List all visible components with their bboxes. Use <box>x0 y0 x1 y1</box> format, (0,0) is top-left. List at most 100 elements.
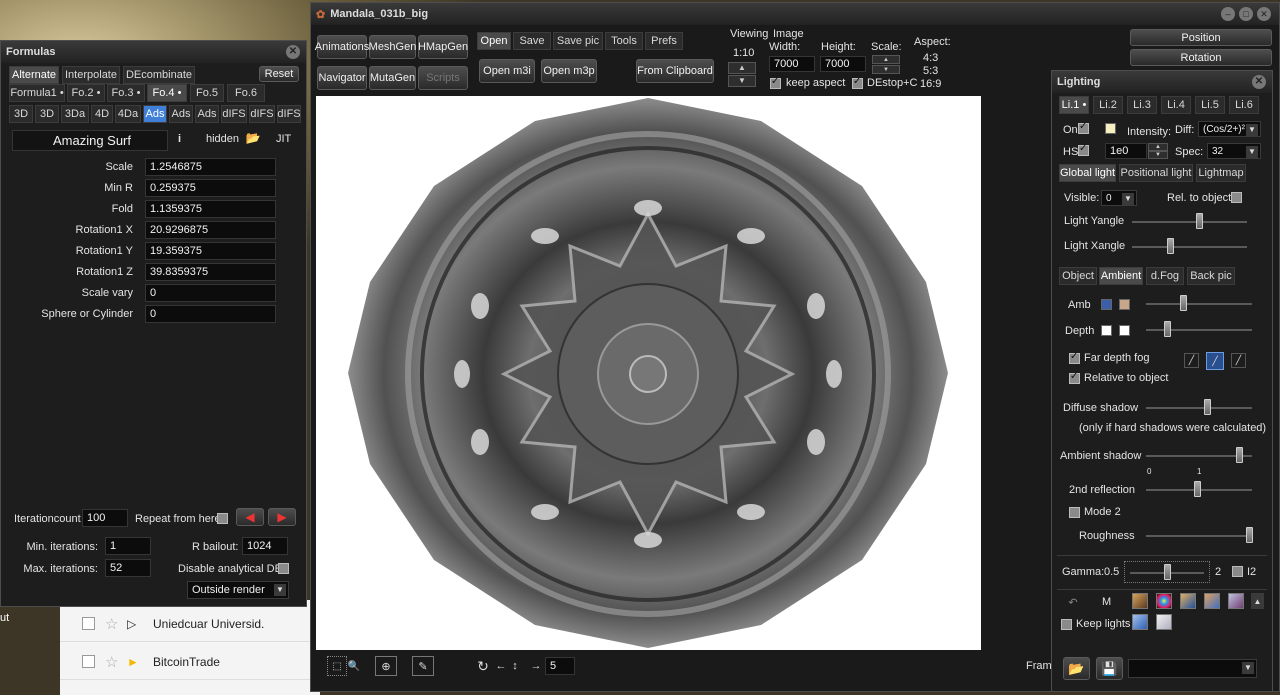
formula-type-3d[interactable]: 3D <box>9 105 33 123</box>
tab-fo5[interactable]: Fo.5 <box>190 84 224 102</box>
aspect-4-3[interactable]: 4:3 <box>923 52 938 64</box>
close-icon[interactable]: ✕ <box>1257 7 1271 21</box>
crosshair-icon[interactable]: ⊕ <box>375 656 397 676</box>
fog-mode-icon-selected[interactable]: ╱ <box>1206 352 1224 370</box>
arrow-left-icon[interactable]: ◀ <box>236 508 264 526</box>
light-yangle-slider[interactable] <box>1132 213 1247 229</box>
tab-li5[interactable]: Li.5 <box>1195 96 1225 114</box>
light-preset-thumb[interactable] <box>1228 593 1244 609</box>
scale-down-button[interactable]: ▼ <box>872 65 900 74</box>
close-icon[interactable]: ✕ <box>1252 75 1266 89</box>
scripts-button[interactable]: Scripts <box>418 66 468 90</box>
arrow-right-icon[interactable]: ▶ <box>268 508 296 526</box>
scroll-up-icon[interactable]: ▲ <box>1251 593 1264 609</box>
fog-mode-icon[interactable]: ╱ <box>1231 353 1246 368</box>
tab-positional-light[interactable]: Positional light <box>1119 164 1193 182</box>
width-input[interactable]: 7000 <box>769 56 815 72</box>
maximize-icon[interactable]: □ <box>1239 7 1253 21</box>
destop-checkbox[interactable] <box>852 76 863 89</box>
arrow-left-icon[interactable]: ← <box>495 658 507 674</box>
amb-color-swatch[interactable] <box>1101 299 1112 310</box>
repeat-from-here-checkbox[interactable] <box>217 513 228 524</box>
info-icon[interactable]: i <box>178 133 181 145</box>
hs-input[interactable]: 1e0 <box>1105 143 1147 159</box>
light-xangle-slider[interactable] <box>1132 238 1247 254</box>
intensity-color-swatch[interactable] <box>1105 123 1116 134</box>
aspect-5-3[interactable]: 5:3 <box>923 65 938 77</box>
param-value[interactable]: 0 <box>145 284 276 302</box>
tab-prefs[interactable]: Prefs <box>645 32 683 50</box>
hs-checkbox[interactable] <box>1078 143 1089 156</box>
relative-to-object-checkbox[interactable] <box>1069 371 1080 384</box>
tab-li2[interactable]: Li.2 <box>1093 96 1123 114</box>
email-row[interactable]: ☆ ► BitcoinTrade <box>60 644 320 680</box>
visible-select[interactable]: 0 ▼ <box>1101 190 1137 206</box>
formula-name-field[interactable]: Amazing Surf <box>12 130 168 151</box>
minimize-icon[interactable]: – <box>1221 7 1235 21</box>
formula-type-ads[interactable]: Ads <box>195 105 219 123</box>
amb-slider[interactable] <box>1146 295 1252 311</box>
tab-li3[interactable]: Li.3 <box>1127 96 1157 114</box>
formula-type-ads-selected[interactable]: Ads <box>143 105 167 123</box>
scale-up-button[interactable]: ▲ <box>872 55 900 64</box>
jit-label[interactable]: JIT <box>276 133 291 145</box>
tab-interpolate[interactable]: Interpolate <box>62 66 120 84</box>
i2-checkbox[interactable] <box>1232 566 1243 577</box>
disable-analytical-de-checkbox[interactable] <box>278 563 289 574</box>
tab-save[interactable]: Save <box>513 32 551 50</box>
light-preset-thumb[interactable] <box>1156 593 1172 609</box>
light-on-checkbox[interactable] <box>1078 121 1089 134</box>
render-canvas[interactable] <box>316 96 981 650</box>
rel-to-object-checkbox[interactable] <box>1231 192 1242 203</box>
depth-slider[interactable] <box>1146 321 1252 337</box>
viewing-down-button[interactable]: ▼ <box>728 75 756 87</box>
hmapgen-button[interactable]: HMapGen <box>418 35 468 59</box>
tab-tools[interactable]: Tools <box>605 32 643 50</box>
tab-fo6[interactable]: Fo.6 <box>227 84 265 102</box>
height-input[interactable]: 7000 <box>820 56 866 72</box>
tab-li6[interactable]: Li.6 <box>1229 96 1259 114</box>
formula-type-3da[interactable]: 3Da <box>61 105 89 123</box>
gamma-slider[interactable] <box>1130 564 1204 580</box>
tab-lightmap[interactable]: Lightmap <box>1196 164 1246 182</box>
slider-knob[interactable] <box>1204 399 1211 415</box>
formula-type-difs[interactable]: dIFS <box>221 105 247 123</box>
slider-knob[interactable] <box>1164 321 1171 337</box>
formula-type-4d[interactable]: 4D <box>91 105 113 123</box>
ambient-shadow-slider[interactable] <box>1146 447 1252 463</box>
param-value[interactable]: 39.8359375 <box>145 263 276 281</box>
far-depth-fog-checkbox[interactable] <box>1069 351 1080 364</box>
tab-formula1[interactable]: Formula1 • <box>9 84 65 102</box>
param-value[interactable]: 19.359375 <box>145 242 276 260</box>
row-checkbox[interactable] <box>82 655 95 668</box>
close-icon[interactable]: ✕ <box>286 45 300 59</box>
hs-up-button[interactable]: ▲ <box>1148 143 1168 151</box>
tab-decombinate[interactable]: DEcombinate <box>123 66 195 84</box>
viewing-up-button[interactable]: ▲ <box>728 62 756 74</box>
row-checkbox[interactable] <box>82 617 95 630</box>
animations-button[interactable]: Animations <box>315 35 369 59</box>
roughness-slider[interactable] <box>1146 527 1253 543</box>
tab-global-light[interactable]: Global light <box>1059 164 1116 182</box>
arrow-right-icon[interactable]: → <box>530 658 542 674</box>
from-clipboard-button[interactable]: From Clipboard <box>636 59 714 83</box>
slider-knob[interactable] <box>1195 213 1203 229</box>
aspect-16-9[interactable]: 16:9 <box>920 78 941 90</box>
open-m3i-button[interactable]: Open m3i <box>479 59 535 83</box>
navigator-button[interactable]: Navigator <box>317 66 367 90</box>
tab-dfog[interactable]: d.Fog <box>1146 267 1184 285</box>
slider-knob[interactable] <box>1180 295 1187 311</box>
frame-input[interactable]: 5 <box>545 657 575 675</box>
meshgen-button[interactable]: MeshGen <box>369 35 416 59</box>
iterationcount-input[interactable]: 100 <box>82 509 128 527</box>
light-preset-select[interactable]: ▼ <box>1128 659 1257 678</box>
min-iterations-input[interactable]: 1 <box>105 537 151 555</box>
param-value[interactable]: 1.1359375 <box>145 200 276 218</box>
formula-type-4da[interactable]: 4Da <box>115 105 141 123</box>
outside-render-select[interactable]: Outside render ▼ <box>187 581 289 599</box>
tab-fo4[interactable]: Fo.4 • <box>147 84 187 102</box>
mutagen-button[interactable]: MutaGen <box>369 66 416 90</box>
formula-type-difs[interactable]: dIFS <box>277 105 301 123</box>
undo-icon[interactable]: ↶ <box>1066 595 1080 609</box>
formula-type-3d[interactable]: 3D <box>35 105 59 123</box>
